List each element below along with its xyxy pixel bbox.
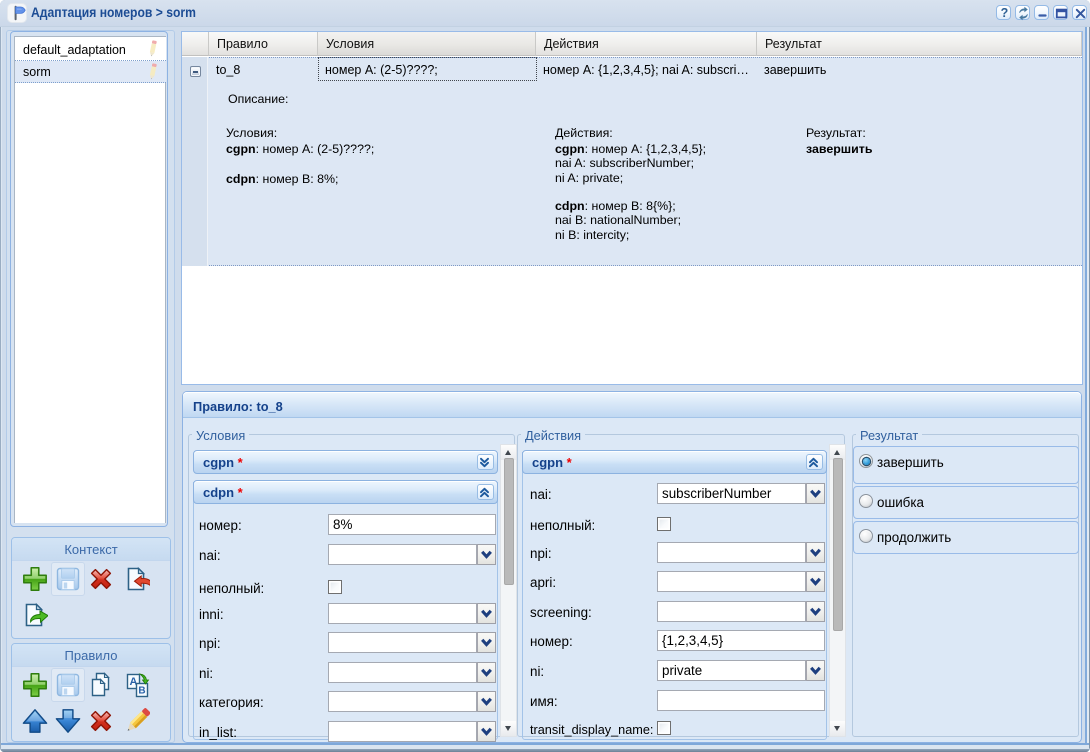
svg-text:B: B	[138, 686, 145, 697]
